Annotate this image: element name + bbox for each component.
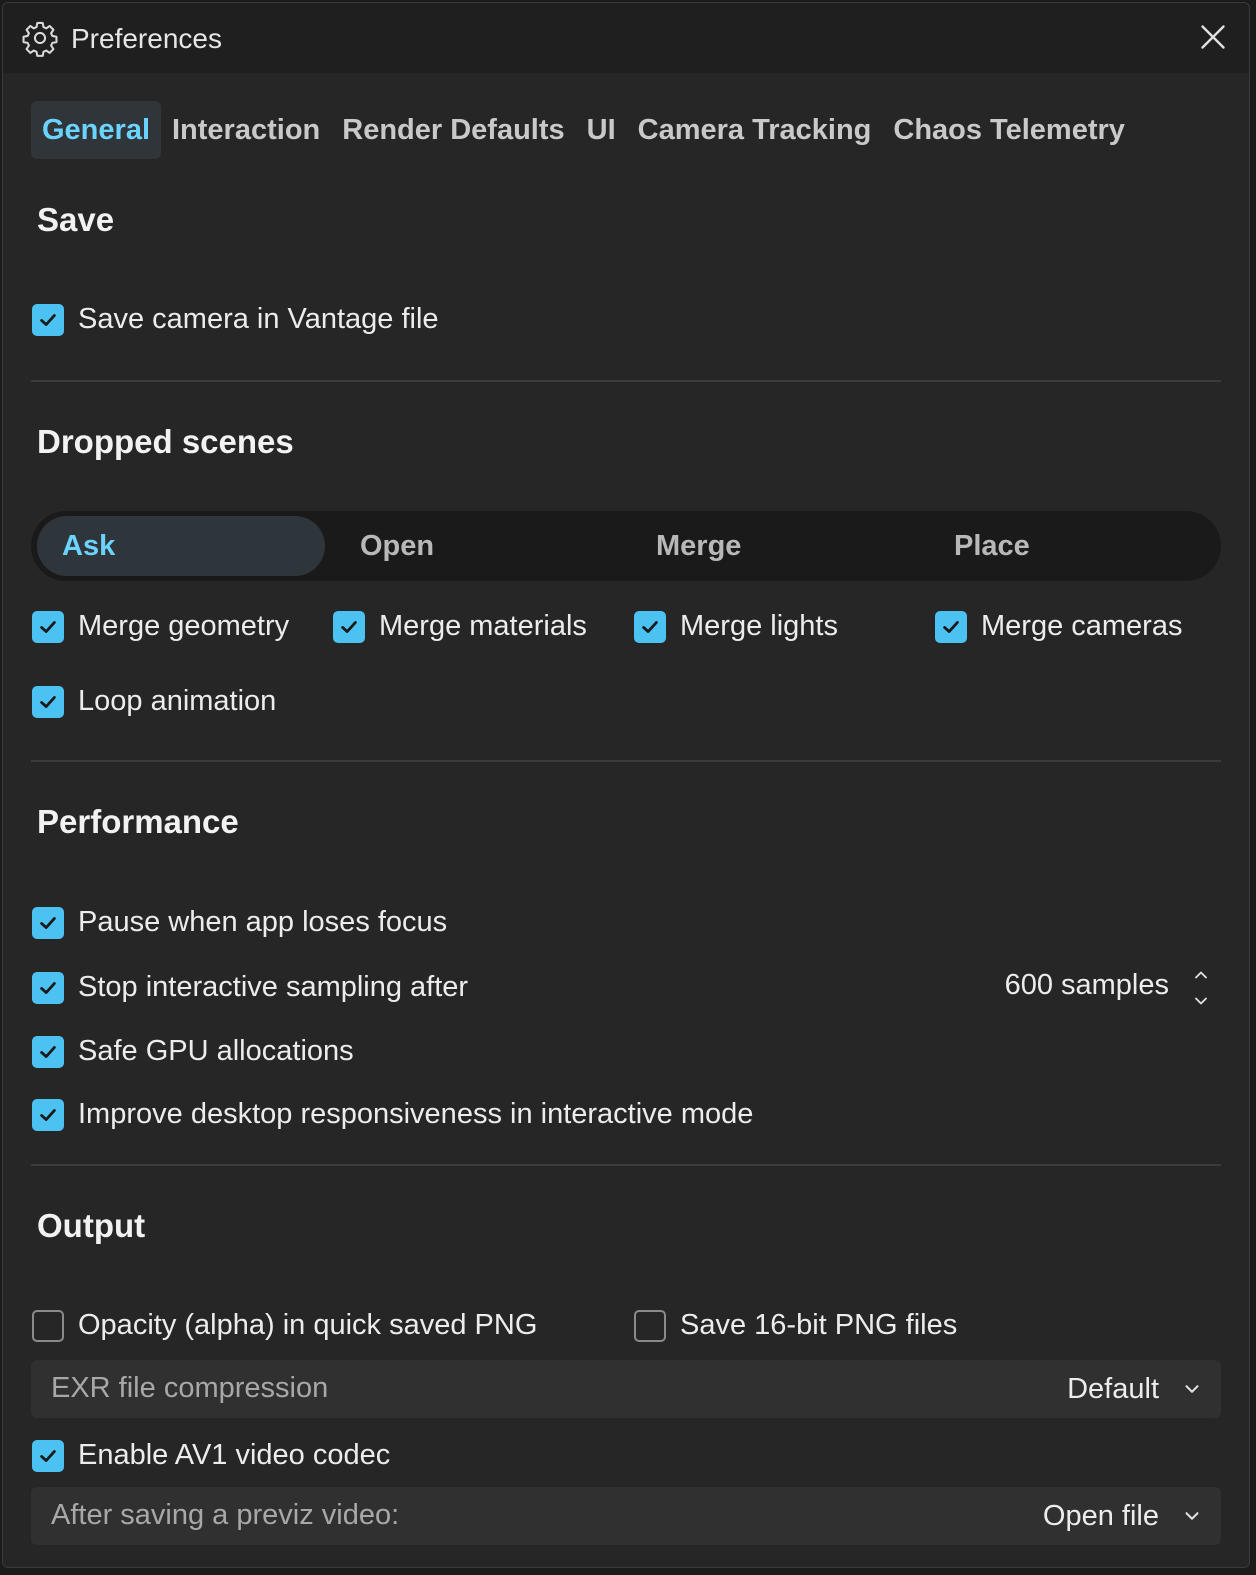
checkbox-checked-icon bbox=[935, 610, 967, 643]
checkbox-label: Merge materials bbox=[379, 610, 587, 642]
merge-geometry-checkbox[interactable]: Merge geometry bbox=[32, 610, 289, 643]
checkbox-checked-icon bbox=[32, 1035, 64, 1068]
section-title-dropped-scenes: Dropped scenes bbox=[37, 423, 294, 460]
tab-render-defaults[interactable]: Render Defaults bbox=[331, 101, 575, 159]
section-divider bbox=[31, 380, 1221, 382]
checkbox-label: Merge cameras bbox=[981, 610, 1183, 642]
checkbox-label: Enable AV1 video codec bbox=[78, 1439, 391, 1471]
checkbox-label: Loop animation bbox=[78, 685, 277, 717]
window-title: Preferences bbox=[71, 23, 222, 54]
segment-place[interactable]: Place bbox=[954, 516, 1184, 576]
improve-desktop-checkbox[interactable]: Improve desktop responsiveness in intera… bbox=[32, 1098, 753, 1131]
checkbox-checked-icon bbox=[32, 906, 64, 939]
section-title-performance: Performance bbox=[37, 803, 239, 840]
stop-sampling-checkbox[interactable]: Stop interactive sampling after bbox=[32, 971, 468, 1004]
tab-interaction[interactable]: Interaction bbox=[161, 101, 331, 159]
segment-open[interactable]: Open bbox=[360, 516, 620, 576]
section-divider bbox=[31, 1164, 1221, 1166]
chevron-down-icon bbox=[1185, 1385, 1199, 1393]
checkbox-checked-icon bbox=[32, 610, 64, 643]
section-title-output: Output bbox=[37, 1207, 146, 1244]
gear-icon bbox=[22, 21, 58, 57]
checkbox-checked-icon bbox=[32, 685, 64, 718]
dropped-scenes-segmented-control: Ask Open Merge Place bbox=[31, 511, 1221, 581]
safe-gpu-checkbox[interactable]: Safe GPU allocations bbox=[32, 1035, 354, 1068]
checkbox-checked-icon bbox=[32, 303, 64, 336]
tab-camera-tracking[interactable]: Camera Tracking bbox=[627, 101, 883, 159]
samples-value-input[interactable]: 600 samples bbox=[1005, 969, 1169, 1002]
samples-stepper[interactable] bbox=[1191, 965, 1211, 1011]
dropdown-value: Default bbox=[1067, 1373, 1159, 1405]
checkbox-unchecked-icon bbox=[32, 1309, 64, 1342]
chevron-down-icon bbox=[1185, 1512, 1199, 1520]
preferences-window: Preferences General Interaction Render D… bbox=[2, 2, 1250, 1568]
tab-bar: General Interaction Render Defaults UI C… bbox=[31, 101, 1136, 159]
dropdown-label: After saving a previz video: bbox=[51, 1499, 400, 1531]
enable-av1-checkbox[interactable]: Enable AV1 video codec bbox=[32, 1439, 390, 1472]
checkbox-label: Save camera in Vantage file bbox=[78, 303, 439, 335]
checkbox-label: Save 16-bit PNG files bbox=[680, 1309, 958, 1341]
checkbox-checked-icon bbox=[634, 610, 666, 643]
checkbox-label: Safe GPU allocations bbox=[78, 1035, 354, 1067]
section-divider bbox=[31, 760, 1221, 762]
segment-ask[interactable]: Ask bbox=[37, 516, 325, 576]
checkbox-unchecked-icon bbox=[634, 1309, 666, 1342]
checkbox-label: Improve desktop responsiveness in intera… bbox=[78, 1098, 754, 1130]
opacity-png-checkbox[interactable]: Opacity (alpha) in quick saved PNG bbox=[32, 1309, 537, 1342]
save-camera-checkbox[interactable]: Save camera in Vantage file bbox=[32, 303, 439, 336]
pause-focus-checkbox[interactable]: Pause when app loses focus bbox=[32, 906, 447, 939]
title-bar: Preferences bbox=[3, 3, 1249, 73]
merge-lights-checkbox[interactable]: Merge lights bbox=[634, 610, 838, 643]
checkbox-checked-icon bbox=[32, 1098, 64, 1131]
loop-animation-checkbox[interactable]: Loop animation bbox=[32, 685, 276, 718]
checkbox-label: Merge lights bbox=[680, 610, 838, 642]
checkbox-label: Stop interactive sampling after bbox=[78, 971, 469, 1003]
dropdown-value: Open file bbox=[1042, 1500, 1159, 1532]
chevron-down-icon[interactable] bbox=[1191, 991, 1211, 1011]
section-title-save: Save bbox=[37, 201, 115, 238]
checkbox-checked-icon bbox=[32, 971, 64, 1004]
merge-materials-checkbox[interactable]: Merge materials bbox=[333, 610, 587, 643]
merge-cameras-checkbox[interactable]: Merge cameras bbox=[935, 610, 1182, 643]
tab-general[interactable]: General bbox=[31, 101, 161, 159]
segment-merge[interactable]: Merge bbox=[656, 516, 916, 576]
checkbox-label: Pause when app loses focus bbox=[78, 906, 448, 938]
checkbox-checked-icon bbox=[333, 610, 365, 643]
checkbox-label: Opacity (alpha) in quick saved PNG bbox=[78, 1309, 538, 1341]
after-previz-dropdown[interactable]: After saving a previz video: Open file bbox=[31, 1487, 1221, 1545]
checkbox-label: Merge geometry bbox=[78, 610, 290, 642]
tab-ui[interactable]: UI bbox=[576, 101, 627, 159]
dropdown-label: EXR file compression bbox=[51, 1372, 329, 1404]
save-16bit-png-checkbox[interactable]: Save 16-bit PNG files bbox=[634, 1309, 957, 1342]
exr-compression-dropdown[interactable]: EXR file compression Default bbox=[31, 1360, 1221, 1418]
tab-chaos-telemetry[interactable]: Chaos Telemetry bbox=[882, 101, 1136, 159]
chevron-up-icon[interactable] bbox=[1191, 965, 1211, 985]
checkbox-checked-icon bbox=[32, 1439, 64, 1472]
close-icon[interactable] bbox=[1195, 19, 1231, 55]
